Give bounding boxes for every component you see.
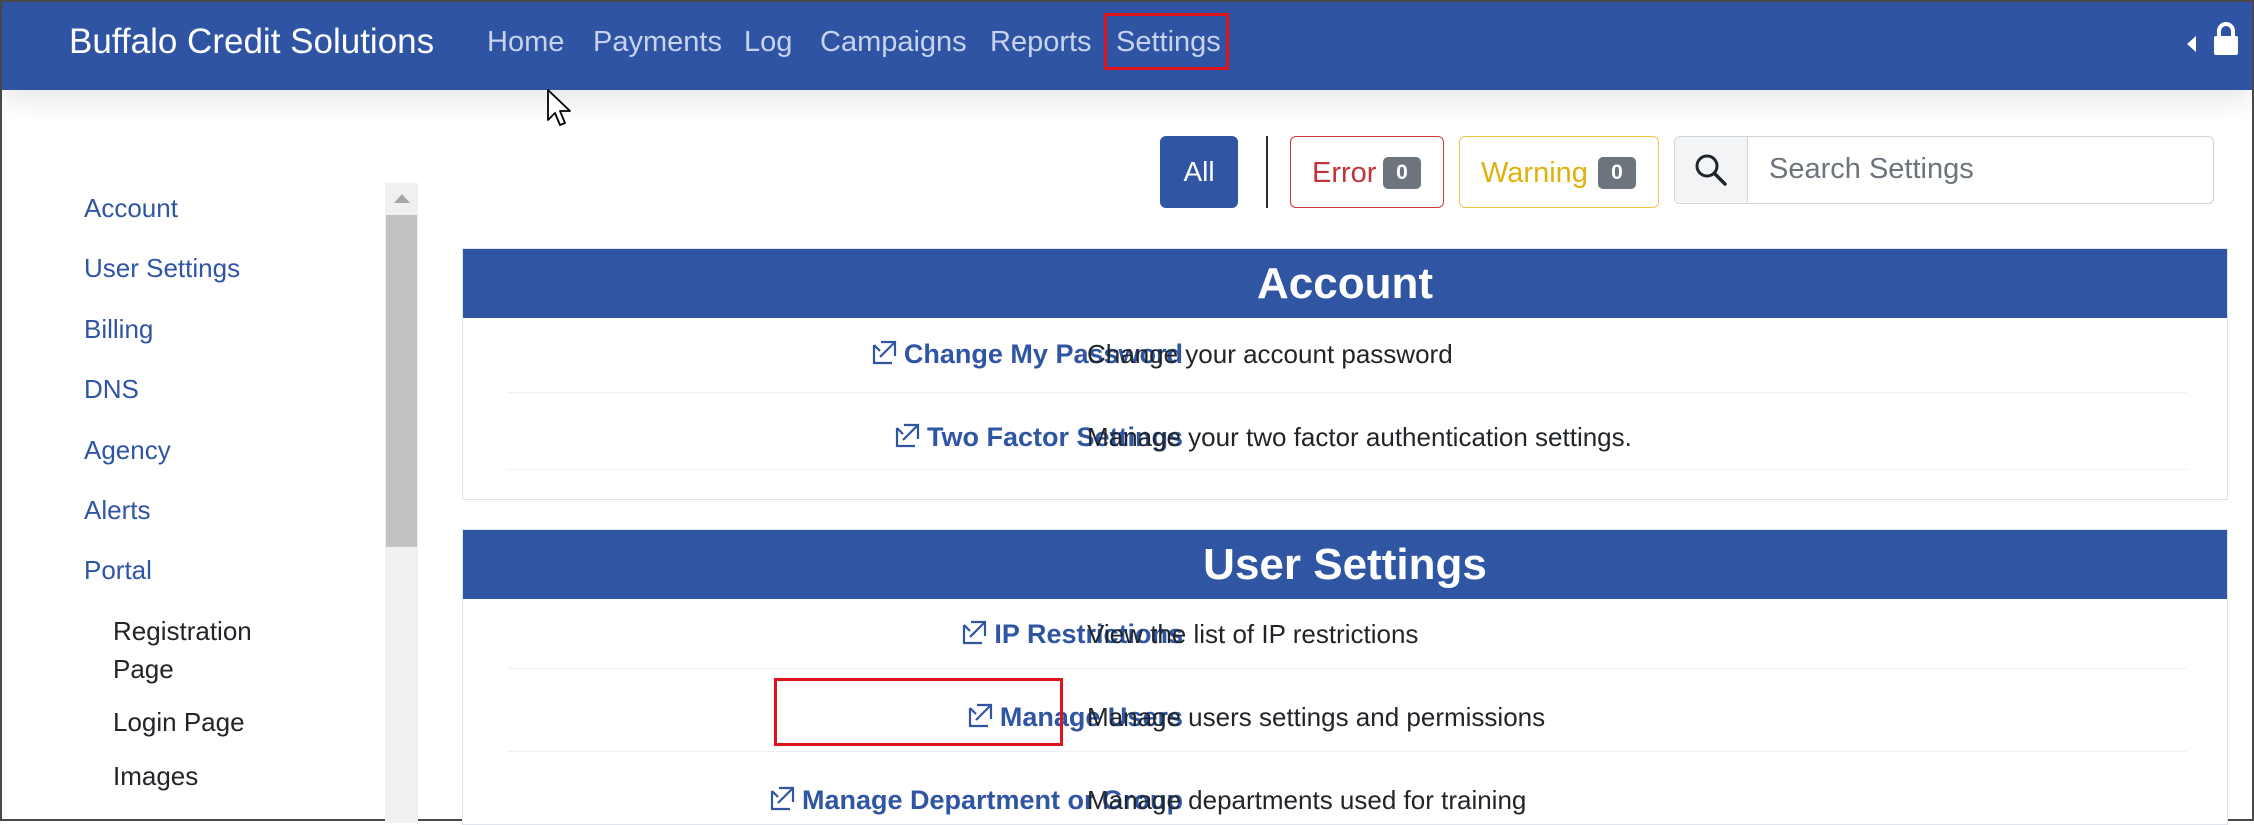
user-settings-section-title: User Settings (463, 530, 2227, 599)
row-separator (507, 469, 2187, 470)
mouse-cursor-icon (547, 89, 571, 126)
search-addon[interactable] (1675, 137, 1748, 202)
nav-campaigns[interactable]: Campaigns (820, 20, 967, 64)
nav-payments[interactable]: Payments (593, 20, 722, 64)
nav-log[interactable]: Log (744, 20, 792, 64)
external-link-icon (872, 340, 897, 365)
nav-reports[interactable]: Reports (990, 20, 1092, 64)
brand-title[interactable]: Buffalo Credit Solutions (69, 20, 434, 64)
filter-warning-button[interactable]: Warning 0 (1459, 136, 1659, 208)
sidebar-subitem-label: Page (113, 654, 174, 684)
account-section: Account Change My Password Change your a… (462, 248, 2228, 500)
two-factor-settings-description: Manage your two factor authentication se… (1087, 422, 1632, 452)
settings-highlight-box (1104, 13, 1229, 70)
sidebar-item-account[interactable]: Account (84, 191, 178, 225)
row-separator (507, 751, 2187, 752)
manage-users-description: Manage users settings and permissions (1087, 702, 1546, 732)
manage-department-or-group-description: Manage departments used for training (1087, 785, 1527, 815)
sidebar-scrollbar-thumb[interactable] (386, 215, 417, 547)
error-label: Error (1312, 157, 1377, 189)
warning-count-badge: 0 (1598, 157, 1636, 189)
sidebar-subitem-login-page[interactable]: Login Page (113, 703, 245, 741)
sidebar-item-alerts[interactable]: Alerts (84, 493, 150, 527)
change-my-password-description: Change your account password (1087, 339, 1453, 369)
external-link-icon (963, 620, 987, 645)
row-separator (507, 392, 2187, 393)
nav-home[interactable]: Home (487, 20, 564, 64)
search-icon (1695, 154, 1727, 186)
sidebar-item-billing[interactable]: Billing (84, 312, 153, 346)
external-link-icon (770, 786, 795, 811)
manage-users-highlight-box (774, 678, 1063, 746)
search-settings-group (1674, 136, 2214, 204)
sidebar-item-dns[interactable]: DNS (84, 372, 139, 406)
ip-restrictions-description: View the list of IP restrictions (1087, 619, 1419, 649)
top-navbar: Buffalo Credit Solutions Home Payments L… (2, 2, 2252, 90)
scroll-up-arrow-icon[interactable] (394, 194, 410, 203)
sidebar-subitem-images[interactable]: Images (113, 757, 198, 795)
lock-icon[interactable] (2213, 22, 2239, 56)
filter-divider (1266, 136, 1268, 208)
account-section-title: Account (463, 249, 2227, 318)
warning-label: Warning (1481, 157, 1588, 189)
sidebar-item-portal[interactable]: Portal (84, 553, 152, 587)
sidebar-subitem-registration-page[interactable]: Registration Page (113, 612, 252, 688)
sidebar-subitem-label: Registration (113, 616, 252, 646)
filter-all-button[interactable]: All (1160, 136, 1238, 208)
sidebar-item-agency[interactable]: Agency (84, 433, 171, 467)
external-link-icon (895, 423, 920, 448)
row-separator (507, 668, 2187, 669)
caret-left-icon[interactable] (2187, 36, 2196, 52)
search-input[interactable] (1749, 137, 2209, 202)
user-settings-section: User Settings IP Restrictions View the l… (462, 529, 2228, 825)
error-count-badge: 0 (1383, 157, 1421, 189)
sidebar-item-user-settings[interactable]: User Settings (84, 251, 240, 285)
filter-error-button[interactable]: Error 0 (1290, 136, 1444, 208)
